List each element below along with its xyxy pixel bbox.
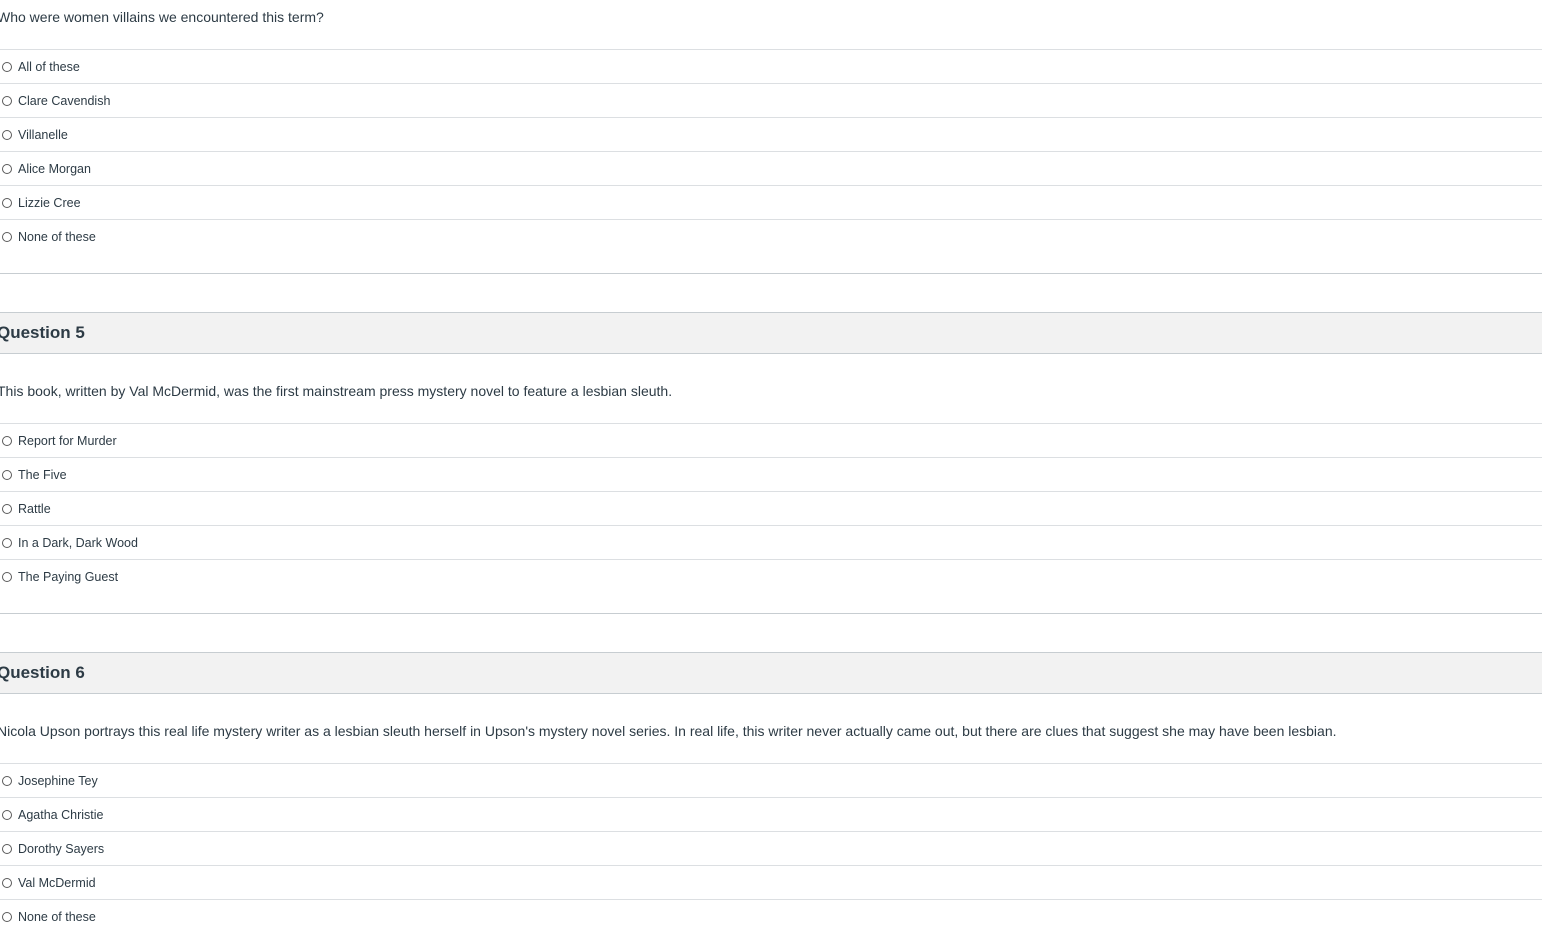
answer-label: Val McDermid [18, 875, 96, 890]
answer-option[interactable]: Josephine Tey [0, 763, 1542, 797]
answer-option[interactable]: Report for Murder [0, 423, 1542, 457]
radio-button-icon[interactable] [2, 571, 12, 582]
answer-label: None of these [18, 229, 96, 244]
answer-option[interactable]: Clare Cavendish [0, 83, 1542, 117]
answer-label: The Five [18, 467, 67, 482]
answer-label: Josephine Tey [18, 773, 98, 788]
question-4-answers: All of these Clare Cavendish Villanelle … [0, 49, 1542, 253]
answer-option[interactable]: Lizzie Cree [0, 185, 1542, 219]
radio-button-icon[interactable] [2, 435, 12, 446]
answer-label: Clare Cavendish [18, 93, 111, 108]
answer-option[interactable]: Villanelle [0, 117, 1542, 151]
question-4-divider [0, 273, 1542, 274]
radio-button-icon[interactable] [2, 809, 12, 820]
answer-label: The Paying Guest [18, 569, 119, 584]
radio-button-icon[interactable] [2, 877, 12, 888]
radio-button-icon[interactable] [2, 537, 12, 548]
answer-option[interactable]: The Five [0, 457, 1542, 491]
radio-button-icon[interactable] [2, 129, 12, 140]
radio-button-icon[interactable] [2, 163, 12, 174]
radio-button-icon[interactable] [2, 61, 12, 72]
answer-option[interactable]: None of these [0, 219, 1542, 253]
answer-option[interactable]: Agatha Christie [0, 797, 1542, 831]
question-4-text: Who were women villains we encountered t… [0, 9, 324, 25]
radio-button-icon[interactable] [2, 469, 12, 480]
radio-button-icon[interactable] [2, 503, 12, 514]
question-5-answers: Report for Murder The Five Rattle In a D… [0, 423, 1542, 593]
question-5-header: Question 5 [0, 312, 1542, 354]
answer-label: All of these [18, 59, 80, 74]
question-6-title: Question 6 [0, 663, 85, 682]
answer-label: Dorothy Sayers [18, 841, 105, 856]
question-5-title: Question 5 [0, 323, 85, 342]
quiz-page: Who were women villains we encountered t… [0, 0, 1542, 933]
answer-label: In a Dark, Dark Wood [18, 535, 138, 550]
radio-button-icon[interactable] [2, 231, 12, 242]
answer-option[interactable]: The Paying Guest [0, 559, 1542, 593]
answer-label: None of these [18, 909, 96, 924]
question-6-header: Question 6 [0, 652, 1542, 694]
answer-option[interactable]: Val McDermid [0, 865, 1542, 899]
answer-label: Lizzie Cree [18, 195, 81, 210]
radio-button-icon[interactable] [2, 911, 12, 922]
answer-label: Report for Murder [18, 433, 117, 448]
question-5-text: This book, written by Val McDermid, was … [0, 383, 673, 399]
radio-button-icon[interactable] [2, 843, 12, 854]
answer-label: Rattle [18, 501, 51, 516]
answer-option[interactable]: Rattle [0, 491, 1542, 525]
answer-label: Agatha Christie [18, 807, 104, 822]
question-5-divider [0, 613, 1542, 614]
answer-option[interactable]: Alice Morgan [0, 151, 1542, 185]
answer-label: Villanelle [18, 127, 68, 142]
answer-option[interactable]: Dorothy Sayers [0, 831, 1542, 865]
answer-option[interactable]: All of these [0, 49, 1542, 83]
question-6-answers: Josephine Tey Agatha Christie Dorothy Sa… [0, 763, 1542, 933]
answer-option[interactable]: None of these [0, 899, 1542, 933]
radio-button-icon[interactable] [2, 775, 12, 786]
radio-button-icon[interactable] [2, 197, 12, 208]
answer-label: Alice Morgan [18, 161, 91, 176]
question-6-text: Nicola Upson portrays this real life mys… [0, 723, 1337, 739]
radio-button-icon[interactable] [2, 95, 12, 106]
answer-option[interactable]: In a Dark, Dark Wood [0, 525, 1542, 559]
